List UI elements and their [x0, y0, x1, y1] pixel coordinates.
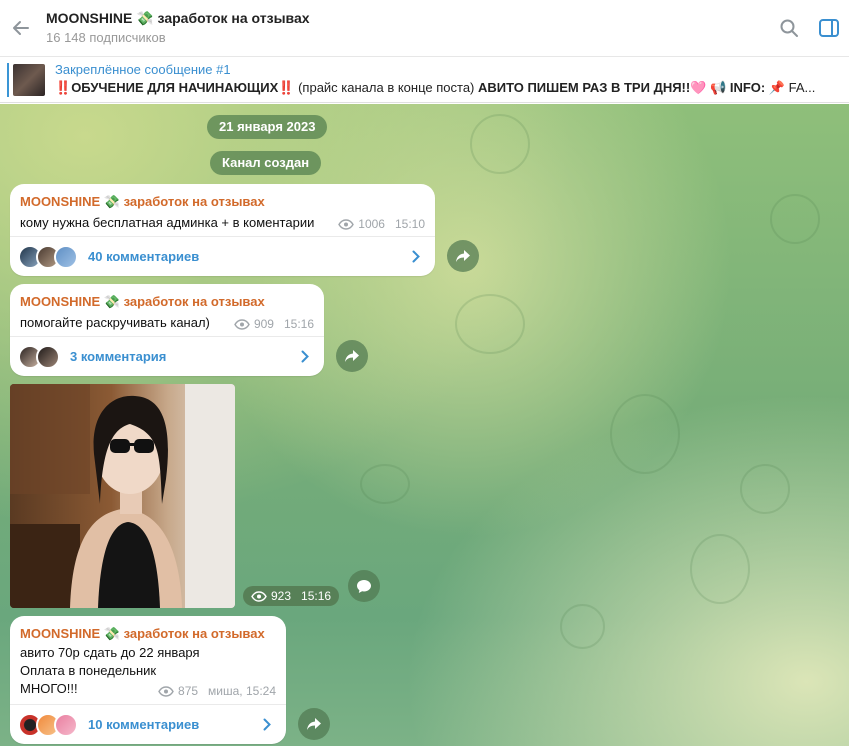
commenter-avatars — [18, 244, 78, 269]
message-meta: 909 15:16 — [234, 317, 314, 331]
message-time: 15:10 — [394, 217, 425, 231]
share-arrow-icon — [456, 250, 470, 262]
comments-button[interactable]: 3 комментария — [10, 336, 324, 376]
photo-meta: 923 15:16 — [243, 586, 340, 606]
message-text: Оплата в понедельник — [20, 663, 157, 678]
message-bubble[interactable]: MOONSHINE 💸 заработок на отзывах авито 7… — [10, 616, 286, 744]
channel-title: MOONSHINE 💸 заработок на отзывах — [46, 10, 310, 26]
avatar — [36, 344, 60, 369]
view-count: 1006 — [358, 217, 385, 231]
message-meta: 1006 15:10 — [338, 217, 425, 231]
share-arrow-icon — [345, 350, 359, 362]
chevron-right-icon — [263, 718, 271, 731]
eye-icon — [158, 685, 174, 697]
message-meta: 875 миша, 15:24 — [158, 684, 276, 698]
message-author[interactable]: MOONSHINE 💸 заработок на отзывах — [10, 284, 324, 309]
pinned-preview: ‼️ОБУЧЕНИЕ ДЛЯ НАЧИНАЮЩИХ‼️ (прайс канал… — [55, 80, 816, 95]
chevron-right-icon — [301, 350, 309, 363]
comment-bubble-icon — [357, 579, 371, 593]
pinned-message-bar[interactable]: Закреплённое сообщение #1 ‼️ОБУЧЕНИЕ ДЛЯ… — [0, 56, 849, 103]
background-doodle — [455, 294, 525, 354]
avatar — [54, 244, 78, 269]
background-doodle — [470, 114, 530, 174]
subscriber-count: 16 148 подписчиков — [46, 30, 166, 45]
pinned-content: Закреплённое сообщение #1 ‼️ОБУЧЕНИЕ ДЛЯ… — [55, 62, 835, 97]
avatar — [54, 712, 78, 737]
chat-area[interactable]: 21 января 2023 Канал создан MOONSHINE 💸 … — [0, 104, 849, 746]
message-author[interactable]: MOONSHINE 💸 заработок на отзывах — [10, 616, 286, 641]
comments-label: 3 комментария — [70, 349, 167, 364]
back-button[interactable] — [0, 0, 42, 56]
pinned-title: Закреплённое сообщение #1 — [55, 62, 231, 77]
comments-label: 40 комментариев — [88, 249, 200, 264]
arrow-left-icon — [13, 21, 29, 35]
message-bubble[interactable]: MOONSHINE 💸 заработок на отзывах помогай… — [10, 284, 324, 376]
eye-icon — [251, 590, 267, 602]
chat-header: MOONSHINE 💸 заработок на отзывах 16 148 … — [0, 0, 849, 56]
pinned-thumbnail — [13, 63, 45, 96]
commenter-avatars — [18, 712, 78, 737]
message-time: 15:16 — [301, 589, 332, 603]
chevron-right-icon — [412, 250, 420, 263]
background-doodle — [560, 604, 605, 649]
view-count: 909 — [253, 317, 274, 331]
message-signature-time: миша, 15:24 — [208, 684, 276, 698]
search-button[interactable] — [769, 0, 809, 56]
commenter-avatars — [18, 344, 60, 369]
comment-button[interactable] — [348, 570, 380, 602]
sidebar-toggle-button[interactable] — [809, 0, 849, 56]
comments-button[interactable]: 10 комментариев — [10, 704, 286, 744]
view-count: 875 — [178, 684, 199, 698]
photo-image — [10, 384, 235, 608]
view-count: 923 — [271, 589, 292, 603]
share-button[interactable] — [298, 708, 330, 740]
message-text: авито 70р сдать до 22 января — [20, 645, 200, 660]
background-doodle — [740, 464, 790, 514]
share-button[interactable] — [336, 340, 368, 372]
share-button[interactable] — [447, 240, 479, 272]
eye-icon — [234, 318, 250, 330]
message-author[interactable]: MOONSHINE 💸 заработок на отзывах — [10, 184, 435, 209]
share-arrow-icon — [307, 718, 321, 730]
background-doodle — [610, 394, 680, 474]
comments-button[interactable]: 40 комментариев — [10, 236, 435, 276]
service-message: Канал создан — [210, 151, 322, 175]
comments-label: 10 комментариев — [88, 717, 200, 732]
eye-icon — [338, 218, 355, 230]
pinned-indicator — [7, 62, 9, 97]
channel-info[interactable]: MOONSHINE 💸 заработок на отзывах 16 148 … — [42, 9, 769, 47]
message-bubble[interactable]: MOONSHINE 💸 заработок на отзывах кому ну… — [10, 184, 435, 276]
background-doodle — [770, 194, 820, 244]
search-icon — [780, 19, 798, 37]
message-time: 15:16 — [283, 317, 314, 331]
date-separator: 21 января 2023 — [207, 115, 328, 139]
sidebar-toggle-icon — [819, 19, 839, 37]
background-doodle — [690, 534, 750, 604]
background-doodle — [360, 464, 410, 504]
photo-message[interactable] — [10, 384, 235, 608]
